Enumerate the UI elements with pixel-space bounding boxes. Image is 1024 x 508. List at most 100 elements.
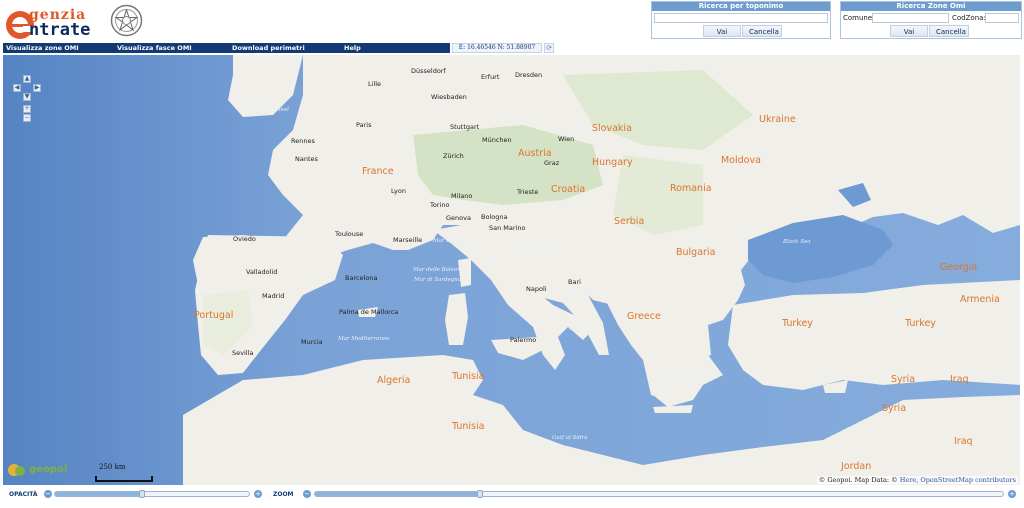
- codzona-input[interactable]: [985, 13, 1019, 23]
- country-label: Iraq: [954, 436, 973, 447]
- city-label: Toulouse: [335, 230, 364, 238]
- city-label: Torino: [430, 201, 450, 209]
- sea-label: Mar Ionio: [569, 326, 597, 332]
- pan-zoom-control: ▲ ◀ ▶ ▼ + −: [13, 75, 41, 125]
- city-label: Rennes: [291, 137, 315, 145]
- country-label: Georgia: [940, 262, 978, 273]
- italian-republic-emblem-icon: [110, 4, 143, 37]
- zoom-slider-thumb[interactable]: [477, 490, 484, 498]
- city-label: Graz: [544, 159, 560, 167]
- pan-down-icon[interactable]: ▼: [23, 93, 31, 101]
- attribution-link-here[interactable]: Here: [900, 476, 916, 484]
- sea-label: Black Sea: [783, 239, 811, 245]
- zoom-label: ZOOM: [273, 491, 294, 498]
- comune-input[interactable]: [872, 13, 949, 23]
- toponym-search-title: Ricerca per toponimo: [652, 2, 830, 11]
- country-label: Bulgaria: [676, 247, 716, 258]
- toponym-search-input[interactable]: [654, 13, 828, 23]
- geopoi-logo-icon: [8, 464, 25, 476]
- app-window: genzia ntrate Ricerca per toponimo Vai C…: [0, 0, 1024, 508]
- opacity-slider[interactable]: [54, 490, 250, 498]
- city-label: Murcia: [301, 338, 323, 346]
- country-label: Algeria: [377, 375, 411, 386]
- country-label: Jordan: [841, 461, 872, 472]
- city-label: Wiesbaden: [431, 93, 467, 101]
- opacity-label: OPACITÀ: [9, 491, 38, 498]
- city-label: München: [482, 136, 512, 144]
- toponym-cancel-button[interactable]: Cancella: [742, 25, 782, 37]
- city-label: San Marino: [489, 224, 526, 232]
- map-viewport[interactable]: Ukraine Slovakia Austria Hungary Moldova…: [3, 55, 1020, 485]
- zoom-out-icon[interactable]: −: [23, 114, 31, 122]
- attribution-text: © Geopoi. Map Data: ©: [818, 476, 898, 484]
- city-label: Oviedo: [233, 235, 256, 243]
- nav-visualizza-fasce-omi[interactable]: Visualizza fasce OMI: [114, 43, 229, 53]
- logo-text-entrate: ntrate: [29, 20, 91, 40]
- city-label: Stuttgart: [450, 123, 480, 131]
- main-nav: Visualizza zone OMI Visualizza fasce OMI…: [3, 43, 450, 53]
- opacity-slider-thumb[interactable]: [139, 490, 146, 498]
- country-label: Syria: [891, 374, 916, 385]
- sea-label: Sea of Crete: [663, 373, 698, 379]
- toponym-go-button[interactable]: Vai: [703, 25, 741, 37]
- pan-left-icon[interactable]: ◀: [13, 84, 21, 92]
- country-label: Austria: [518, 148, 552, 159]
- sea-label: Sea of Azov: [838, 178, 871, 184]
- sea-label: Mar di Sardegna: [414, 277, 462, 283]
- zoom-slider[interactable]: [314, 490, 1004, 498]
- refresh-coordinates-icon[interactable]: ⟳: [544, 43, 554, 53]
- codzona-label: CodZona:: [952, 14, 986, 22]
- bottom-controls: OPACITÀ − + ZOOM − +: [0, 487, 1024, 508]
- map-attribution: © Geopoi. Map Data: © Here, OpenStreetMa…: [816, 476, 1018, 484]
- zoom-decrease-icon[interactable]: −: [303, 490, 311, 498]
- omi-zone-search-title: Ricerca Zone Omi: [841, 2, 1021, 11]
- country-label: Romania: [670, 183, 712, 194]
- zone-cancel-button[interactable]: Cancella: [929, 25, 969, 37]
- zoom-slider-fill: [315, 492, 481, 496]
- opacity-increase-icon[interactable]: +: [254, 490, 262, 498]
- sea-label: Mar delle Baleari: [413, 267, 462, 273]
- comune-label: Comune:: [843, 14, 875, 22]
- city-label: Sevilla: [232, 349, 254, 357]
- attribution-link-osm[interactable]: OpenStreetMap contributors: [920, 476, 1016, 484]
- zoom-in-icon[interactable]: +: [23, 105, 31, 113]
- opacity-decrease-icon[interactable]: −: [44, 490, 52, 498]
- country-label: Greece: [627, 311, 661, 322]
- country-label: Portugal: [194, 310, 234, 321]
- nav-visualizza-zone-omi[interactable]: Visualizza zone OMI: [3, 43, 114, 53]
- city-label: Palma de Mallorca: [339, 308, 399, 316]
- city-label: Nantes: [295, 155, 318, 163]
- country-label: Turkey: [905, 318, 936, 329]
- country-label: Syria: [882, 403, 907, 414]
- header: genzia ntrate Ricerca per toponimo Vai C…: [0, 0, 1024, 42]
- pan-up-icon[interactable]: ▲: [23, 75, 31, 83]
- zone-go-button[interactable]: Vai: [890, 25, 928, 37]
- nav-download-perimetri[interactable]: Download perimetri: [229, 43, 341, 53]
- country-label: Tunisia: [452, 371, 485, 382]
- sea-label: Mar Mediterraneo: [338, 336, 390, 342]
- geopoi-logo: geopoi: [7, 461, 77, 479]
- nav-help[interactable]: Help: [341, 43, 450, 53]
- scale-line: [95, 476, 153, 482]
- country-label: Iraq: [950, 374, 969, 385]
- city-label: Bari: [568, 278, 581, 286]
- pan-right-icon[interactable]: ▶: [33, 84, 41, 92]
- country-label: Tunisia: [452, 421, 485, 432]
- country-label: Ukraine: [759, 114, 796, 125]
- omi-zone-search-panel: Ricerca Zone Omi Comune: CodZona: Vai Ca…: [840, 1, 1022, 39]
- city-label: Paris: [356, 121, 372, 129]
- geopoi-text: geopoi: [29, 464, 68, 475]
- country-label: France: [362, 166, 394, 177]
- city-label: Lille: [368, 80, 382, 88]
- country-label: Serbia: [614, 216, 645, 227]
- sea-label: English Channel: [243, 107, 289, 113]
- city-label: Genova: [446, 214, 471, 222]
- city-label: Madrid: [262, 292, 285, 300]
- city-label: Lyon: [391, 187, 406, 195]
- agenzia-entrate-logo[interactable]: genzia ntrate: [3, 3, 143, 40]
- country-label: Moldova: [721, 155, 761, 166]
- city-label: Dresden: [515, 71, 543, 79]
- city-label: Palermo: [510, 336, 537, 344]
- zoom-increase-icon[interactable]: +: [1008, 490, 1016, 498]
- city-label: Barcelona: [345, 274, 378, 282]
